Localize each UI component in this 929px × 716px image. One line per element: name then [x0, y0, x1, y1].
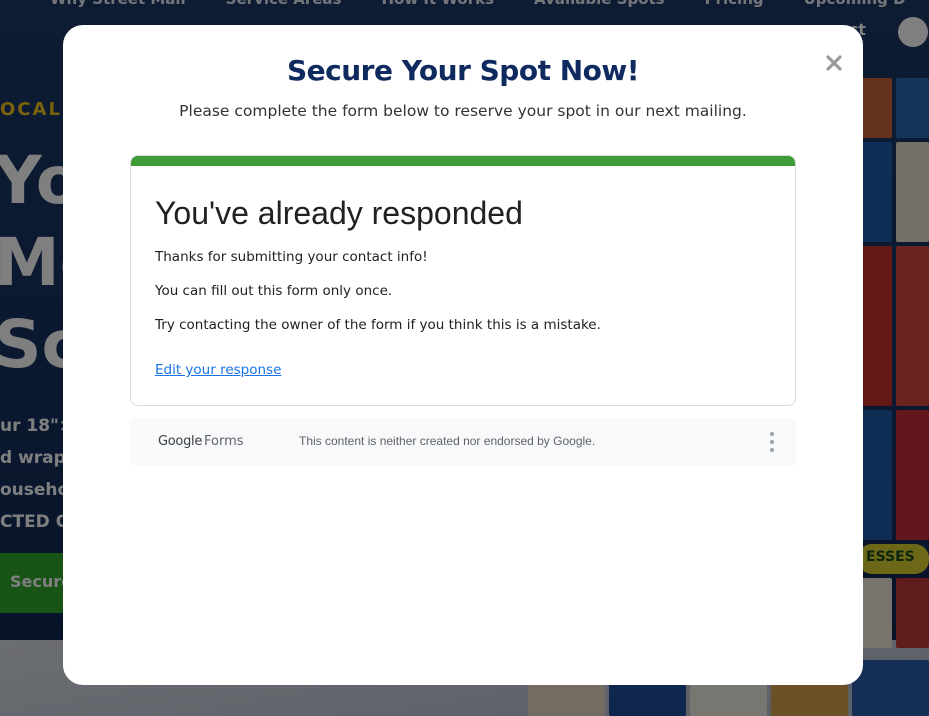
form-status-title: You've already responded [155, 195, 523, 231]
modal-title: Secure Your Spot Now! [286, 54, 640, 87]
form-message: Try contacting the owner of the form if … [155, 317, 601, 333]
form-accent-bar [131, 156, 795, 166]
google-disclaimer: This content is neither created nor endo… [299, 434, 596, 448]
forms-logo-text: Forms [204, 434, 244, 449]
google-form-card: You've already responded Thanks for subm… [130, 155, 796, 406]
google-forms-logo[interactable]: Google Forms [158, 434, 244, 449]
google-logo-text: Google [158, 434, 203, 449]
edit-response-link[interactable]: Edit your response [155, 362, 281, 378]
modal-subtitle: Please complete the form below to reserv… [179, 102, 747, 120]
form-message: Thanks for submitting your contact info! [155, 249, 428, 265]
more-vert-icon[interactable] [764, 432, 780, 452]
reserve-spot-modal: Secure Your Spot Now! Please complete th… [63, 25, 863, 685]
form-message: You can fill out this form only once. [155, 283, 393, 299]
google-forms-footer: Google Forms This content is neither cre… [130, 418, 796, 466]
